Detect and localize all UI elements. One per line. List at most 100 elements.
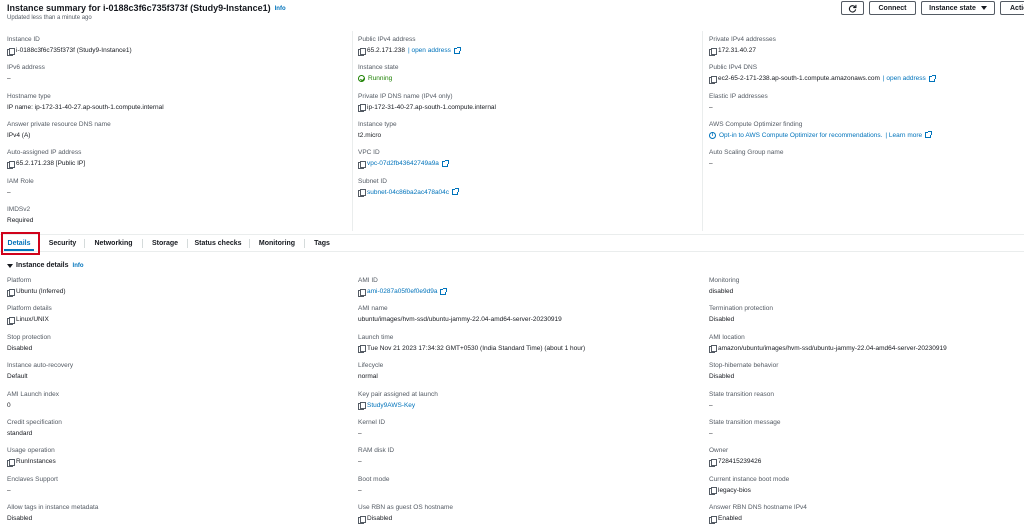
copy-icon[interactable] (7, 288, 15, 297)
field-value: ec2-65-2-171-238.ap-south-1.compute.amaz… (709, 74, 936, 84)
instance-summary: Instance ID i-0188c3f6c735f373f (Study9-I… (0, 31, 1024, 234)
field-label: Stop protection (7, 333, 51, 341)
field-value: – (358, 486, 389, 495)
field-ram-disk-id: RAM disk ID – (358, 446, 394, 466)
field-value-text[interactable]: subnet-04c86ba2ac478a04c (367, 188, 449, 197)
field-value: – (709, 159, 783, 168)
copy-icon[interactable] (358, 402, 366, 411)
field-ipv6-address: IPv6 address – (7, 63, 45, 83)
field-value: i Opt-in to AWS Compute Optimizer for rec… (709, 131, 933, 140)
page-header: Instance summary for i-0188c3f6c735f373f… (0, 0, 1024, 30)
tab-status-checks[interactable]: Status checks (193, 235, 243, 252)
column-divider (702, 31, 703, 231)
field-value: Running (358, 74, 398, 83)
field-state-transition-message: State transition message – (709, 418, 781, 438)
field-value: amazon/ubuntu/images/hvm-ssd/ubuntu-jamm… (709, 344, 947, 354)
summary-column-3: Private IPv4 addresses 172.31.40.27 Public… (702, 31, 1024, 234)
field-ami-name: AMI name ubuntu/images/hvm-ssd/ubuntu-jam… (358, 304, 562, 324)
field-answer-rbn-dns-hostname-ipv4: Answer RBN DNS hostname IPv4 Enabled (709, 503, 807, 524)
field-label: Boot mode (358, 475, 390, 483)
detail-tabs: Details Security Networking Storage Stat… (0, 234, 1024, 252)
field-value-text: normal (358, 373, 378, 381)
field-value: – (7, 486, 58, 495)
field-value-text: Disabled (709, 316, 735, 324)
tab-storage[interactable]: Storage (149, 235, 181, 252)
tab-networking[interactable]: Networking (91, 235, 136, 252)
field-value: Ubuntu (Inferred) (7, 287, 66, 297)
tab-tags[interactable]: Tags (310, 235, 334, 252)
field-label: Use RBN as guest OS hostname (358, 504, 454, 512)
copy-icon[interactable] (709, 515, 717, 524)
copy-icon[interactable] (709, 75, 717, 84)
copy-icon[interactable] (709, 487, 717, 496)
copy-icon[interactable] (358, 345, 366, 354)
field-value: legacy-bios (709, 486, 789, 496)
copy-icon[interactable] (358, 104, 366, 113)
copy-icon[interactable] (709, 458, 717, 467)
external-link-icon[interactable] (925, 131, 933, 139)
field-auto-assigned-ip-address: Auto-assigned IP address 65.2.171.238 [Pu… (7, 148, 85, 169)
field-value: – (358, 457, 394, 466)
field-value-text[interactable]: Opt-in to AWS Compute Optimizer for reco… (719, 131, 882, 140)
field-value: – (709, 429, 781, 438)
field-value: Default (7, 372, 73, 381)
external-link-icon[interactable] (441, 159, 449, 167)
field-value-text: Running (368, 75, 393, 83)
field-imdsv2: IMDSv2 Required (7, 205, 33, 225)
copy-icon[interactable] (358, 515, 366, 524)
copy-icon[interactable] (358, 47, 366, 56)
field-value-text: legacy-bios (718, 486, 751, 494)
field-value-text[interactable]: Study9AWS-Key (367, 401, 415, 410)
field-value-text: amazon/ubuntu/images/hvm-ssd/ubuntu-jamm… (718, 344, 947, 352)
copy-icon[interactable] (709, 47, 717, 56)
field-label: AWS Compute Optimizer finding (709, 120, 803, 128)
copy-icon[interactable] (7, 160, 15, 169)
external-link-icon[interactable] (928, 74, 936, 82)
field-value: Disabled (7, 514, 98, 523)
copy-icon[interactable] (358, 189, 366, 197)
instance-state-dropdown[interactable]: Instance state (921, 1, 995, 15)
copy-icon[interactable] (7, 458, 15, 467)
field-elastic-ip-addresses: Elastic IP addresses – (709, 92, 768, 112)
field-label: Subnet ID (358, 177, 387, 185)
field-value-text: IP name: ip-172-31-40-27.ap-south-1.comp… (7, 103, 164, 111)
connect-button[interactable]: Connect (869, 1, 916, 15)
field-value-text[interactable]: vpc-07d2fb43642749a9a (367, 159, 439, 168)
field-label: Public IPv4 address (358, 36, 416, 43)
tab-security[interactable]: Security (46, 235, 79, 252)
field-label: Lifecycle (358, 362, 384, 370)
copy-icon[interactable] (358, 160, 366, 169)
field-link[interactable]: | Learn more (885, 131, 922, 140)
instance-details-header[interactable]: Instance details Info (7, 262, 84, 269)
actions-dropdown[interactable]: Actio (1000, 1, 1024, 15)
external-link-icon[interactable] (440, 287, 448, 295)
refresh-button[interactable] (841, 1, 864, 15)
field-value-text[interactable]: ami-0287a05f0ef0e9d9a (367, 287, 437, 296)
field-value: RunInstances (7, 457, 56, 467)
field-hostname-type: Hostname type IP name: ip-172-31-40-27.ap… (7, 92, 164, 112)
field-value-text: – (709, 103, 713, 111)
tab-monitoring[interactable]: Monitoring (256, 235, 298, 252)
field-link[interactable]: | open address (883, 74, 926, 83)
external-link-icon[interactable] (452, 188, 460, 195)
field-public-ipv4-dns: Public IPv4 DNS ec2-65-2-171-238.ap-south… (709, 63, 936, 84)
field-platform-details: Platform details Linux/UNIX (7, 304, 52, 325)
column-divider (352, 31, 353, 231)
copy-icon[interactable] (709, 345, 717, 354)
tab-divider (249, 239, 250, 248)
copy-icon[interactable] (7, 47, 15, 56)
field-use-rbn-as-guest-os-hostname: Use RBN as guest OS hostname Disabled (358, 503, 454, 524)
field-value: 65.2.171.238 [Public IP] (7, 159, 85, 169)
field-value-text: – (358, 486, 362, 494)
copy-icon[interactable] (358, 288, 366, 297)
field-link[interactable]: | open address (408, 46, 451, 55)
field-label: Platform (7, 277, 32, 284)
info-link[interactable]: Info (275, 6, 286, 12)
copy-icon[interactable] (7, 316, 15, 325)
external-link-icon[interactable] (453, 46, 461, 54)
field-state-transition-reason: State transition reason – (709, 390, 774, 410)
field-value: Linux/UNIX (7, 315, 52, 325)
info-link[interactable]: Info (73, 263, 84, 269)
field-value-text: disabled (709, 288, 734, 295)
field-label: IPv6 address (7, 64, 45, 72)
